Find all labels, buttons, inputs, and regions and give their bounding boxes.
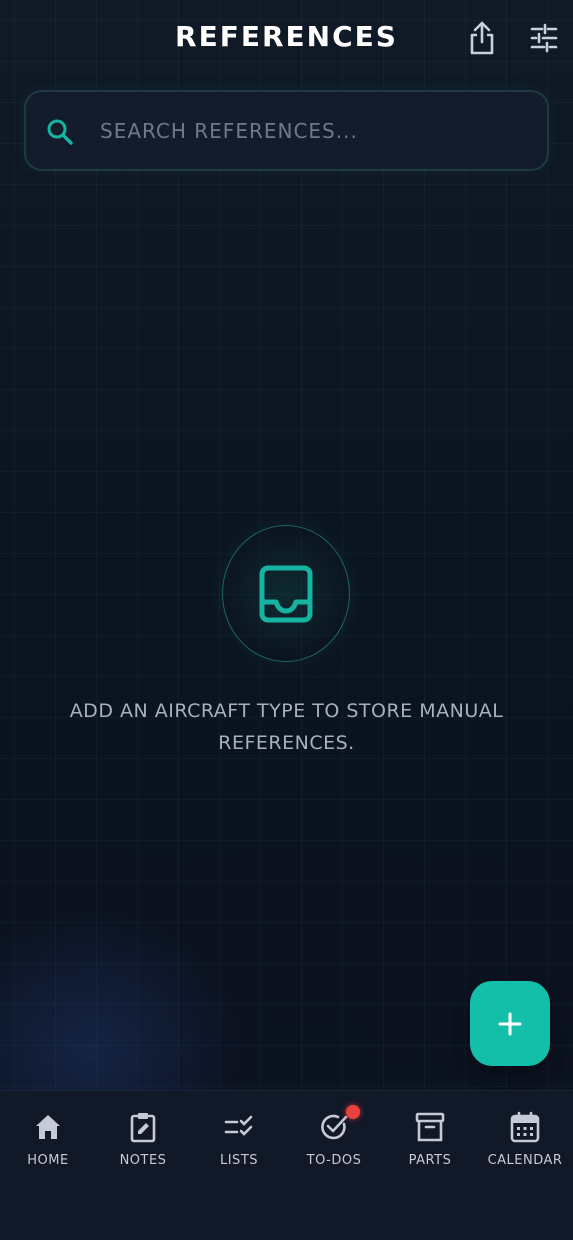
add-reference-button[interactable]	[470, 981, 550, 1066]
empty-state-message: ADD AN AIRCRAFT TYPE TO STORE MANUAL REF…	[69, 700, 504, 754]
filter-button[interactable]	[524, 18, 564, 58]
calendar-icon	[510, 1111, 540, 1143]
share-icon	[470, 21, 494, 55]
nav-label-lists: LISTS	[219, 1153, 259, 1168]
nav-item-notes[interactable]: NOTES	[95, 1091, 191, 1186]
todos-icon-wrap	[318, 1105, 360, 1143]
nav-label-parts: PARTS	[408, 1153, 452, 1168]
nav-label-home: HOME	[27, 1153, 69, 1168]
nav-item-parts[interactable]: PARTS	[382, 1091, 478, 1186]
check-circle-icon	[321, 1114, 348, 1140]
nav-item-todos[interactable]: TO-DOS	[286, 1091, 382, 1186]
home-icon	[36, 1115, 60, 1139]
bottom-nav: HOME NOTES LISTS TO-DOS PARTS CALENDAR	[0, 1090, 573, 1240]
notification-badge	[346, 1105, 360, 1119]
share-button[interactable]	[462, 18, 502, 58]
nav-label-calendar: CALENDAR	[487, 1153, 563, 1168]
empty-state-badge	[222, 525, 350, 662]
search-input[interactable]	[100, 110, 530, 152]
nav-item-home[interactable]: HOME	[0, 1091, 96, 1186]
nav-label-todos: TO-DOS	[306, 1153, 362, 1168]
sliders-icon	[530, 23, 558, 53]
archive-box-icon	[415, 1112, 445, 1142]
nav-item-calendar[interactable]: CALENDAR	[477, 1091, 573, 1186]
nav-label-notes: NOTES	[119, 1153, 167, 1168]
search-icon	[47, 119, 73, 145]
nav-item-lists[interactable]: LISTS	[191, 1091, 287, 1186]
header: REFERENCES	[0, 0, 573, 80]
inbox-tray-icon	[259, 565, 313, 622]
checklist-icon	[224, 1115, 253, 1136]
plus-icon	[498, 1012, 522, 1035]
clipboard-edit-icon	[130, 1113, 156, 1143]
search-bar	[24, 90, 549, 171]
